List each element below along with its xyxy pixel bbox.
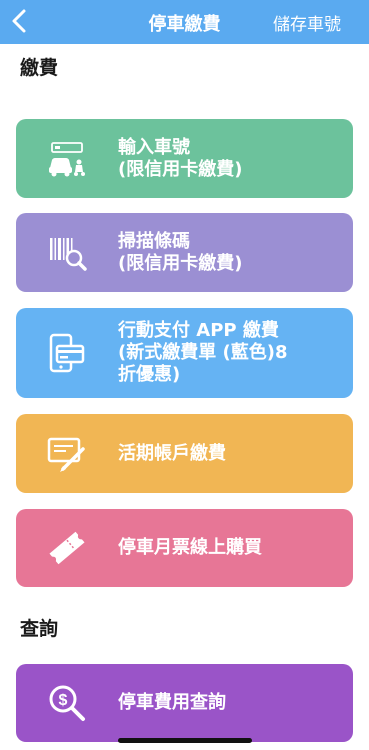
mobile-pay-icon: [49, 333, 85, 373]
section-title-query: 查詢: [20, 618, 59, 640]
chevron-left-icon[interactable]: [6, 6, 34, 36]
monthly-pass-label: 停車月票線上購買: [118, 537, 262, 558]
fee-query-card[interactable]: $ 停車費用查詢: [16, 664, 353, 742]
account-pay-card[interactable]: 活期帳戶繳費: [16, 414, 353, 493]
account-pay-label: 活期帳戶繳費: [118, 442, 226, 464]
section-title-pay: 繳費: [20, 57, 59, 79]
save-plate-button[interactable]: 儲存車號: [273, 10, 341, 35]
svg-text:$: $: [59, 692, 68, 709]
fee-query-label: 停車費用查詢: [118, 692, 226, 713]
monthly-pass-card[interactable]: 停車月票線上購買: [16, 509, 353, 587]
enter-plate-card[interactable]: 輸入車號 (限信用卡繳費): [16, 119, 353, 198]
scan-barcode-card[interactable]: 掃描條碼 (限信用卡繳費): [16, 213, 353, 292]
nav-bar: 停車繳費 儲存車號: [0, 0, 369, 44]
account-sign-icon: [47, 437, 85, 472]
mobile-pay-card[interactable]: 行動支付 APP 繳費 (新式繳費單 (藍色)8 折優惠): [16, 308, 353, 398]
home-indicator: [118, 738, 252, 743]
car-plate-icon: [49, 141, 85, 176]
enter-plate-label: 輸入車號 (限信用卡繳費): [118, 136, 243, 180]
scan-barcode-label: 掃描條碼 (限信用卡繳費): [118, 230, 243, 274]
ticket-icon: [49, 531, 85, 565]
fee-search-icon: $: [49, 685, 85, 721]
mobile-pay-label: 行動支付 APP 繳費 (新式繳費單 (藍色)8 折優惠): [118, 320, 288, 385]
barcode-scan-icon: [50, 237, 87, 271]
